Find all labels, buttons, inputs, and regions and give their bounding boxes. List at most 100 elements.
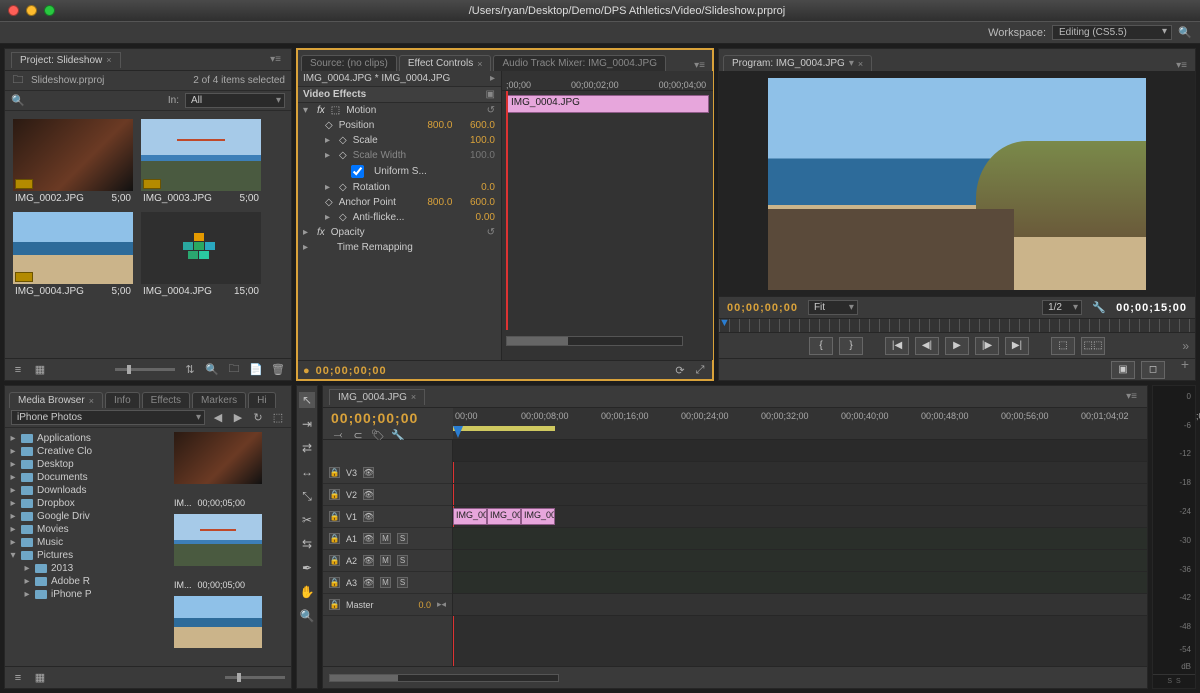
bin-item[interactable]: IMG_0002.JPG5;00 [13, 119, 133, 204]
opacity-row[interactable]: Opacity [331, 227, 481, 238]
project-tab[interactable]: Project: Slideshow× [11, 52, 121, 68]
more-buttons-icon[interactable]: » [1182, 339, 1189, 353]
timeline-clip[interactable]: IMG_000 [453, 508, 487, 525]
go-to-out-button[interactable]: ▶| [1005, 337, 1029, 355]
sequence-tab[interactable]: IMG_0004.JPG× [329, 389, 425, 405]
close-icon[interactable]: × [477, 59, 482, 69]
icon-view-icon[interactable]: ▦ [33, 363, 47, 377]
program-tab[interactable]: Program: IMG_0004.JPG▾× [723, 55, 872, 71]
panel-menu-icon[interactable]: ▾≡ [1172, 60, 1191, 71]
uniform-scale-checkbox[interactable] [351, 165, 364, 178]
search-icon[interactable]: 🔍 [205, 363, 219, 377]
play-button[interactable]: ▶ [945, 337, 969, 355]
rolling-edit-tool[interactable]: ↔ [299, 464, 315, 480]
panel-menu-icon[interactable]: ▾≡ [1122, 391, 1141, 402]
selection-tool[interactable]: ↖ [299, 392, 315, 408]
audio-track-header[interactable]: 🔒A2👁MS [323, 550, 452, 572]
folder-item[interactable]: ▸Dropbox [7, 497, 168, 510]
pen-tool[interactable]: ✒ [299, 560, 315, 576]
media-thumb[interactable] [174, 514, 262, 566]
new-bin-icon[interactable]: 🗀 [227, 363, 241, 377]
timeline-timecode[interactable]: 00;00;00;00 [331, 410, 445, 426]
step-fwd-button[interactable]: |▶ [975, 337, 999, 355]
media-thumb[interactable] [174, 596, 262, 648]
bin-icon[interactable]: 🗀 [11, 74, 25, 88]
search-icon[interactable]: 🔍 [11, 94, 25, 108]
ec-settings-icon[interactable]: ⤢ [693, 364, 707, 378]
reset-icon[interactable]: ↺ [487, 227, 495, 238]
mark-out-button[interactable]: } [839, 337, 863, 355]
razor-tool[interactable]: ✂ [299, 512, 315, 528]
video-track-header[interactable]: 🔒V3👁 [323, 462, 452, 484]
timeline-playhead[interactable] [453, 426, 463, 438]
folder-item[interactable]: ▸2013 [7, 562, 168, 575]
markers-tab[interactable]: Markers [192, 392, 246, 408]
list-view-icon[interactable]: ≡ [11, 363, 25, 377]
zoom-tool[interactable]: 🔍 [299, 608, 315, 624]
effect-controls-tab[interactable]: Effect Controls× [399, 55, 492, 71]
audio-track-header[interactable]: 🔒A3👁MS [323, 572, 452, 594]
video-track-header[interactable]: 🔒V1👁 [323, 506, 452, 528]
settings-wrench-icon[interactable]: 🔧 [1092, 301, 1106, 315]
mark-in-button[interactable]: { [809, 337, 833, 355]
timeline-ruler[interactable]: 00;00 00;00;08;00 00;00;16;00 00;00;24;0… [453, 408, 1147, 439]
position-x[interactable]: 800.0 [427, 120, 452, 131]
audio-mixer-tab[interactable]: Audio Track Mixer: IMG_0004.JPG [493, 55, 666, 71]
loop-icon[interactable]: ⟳ [673, 364, 687, 378]
folder-item[interactable]: ▸Documents [7, 471, 168, 484]
close-icon[interactable]: × [106, 55, 111, 65]
motion-row[interactable]: Motion [346, 105, 480, 116]
thumb-size-slider[interactable] [225, 676, 285, 679]
panel-menu-icon[interactable]: ▾≡ [690, 60, 709, 71]
source-tab[interactable]: Source: (no clips) [301, 55, 397, 71]
close-window-button[interactable] [8, 5, 19, 16]
go-to-in-button[interactable]: |◀ [885, 337, 909, 355]
media-thumb[interactable] [174, 432, 262, 484]
info-tab[interactable]: Info [105, 392, 140, 408]
keyframe-toggle[interactable]: ◇ [339, 135, 347, 146]
folder-item[interactable]: ▾Pictures [7, 549, 168, 562]
bin-item[interactable]: IMG_0003.JPG5;00 [141, 119, 261, 204]
program-time-ruler[interactable]: ▼ [719, 318, 1195, 332]
filter-dropdown[interactable]: All [185, 93, 285, 108]
lift-button[interactable]: ⬚ [1051, 337, 1075, 355]
history-tab[interactable]: Hi [248, 392, 275, 408]
anchor-x[interactable]: 800.0 [427, 197, 452, 208]
folder-item[interactable]: ▸Music [7, 536, 168, 549]
effects-tab[interactable]: Effects [142, 392, 190, 408]
bin-item-sequence[interactable]: IMG_0004.JPG15;00 [141, 212, 261, 297]
bin-item[interactable]: IMG_0004.JPG5;00 [13, 212, 133, 297]
export-frame-button[interactable]: ▣ [1111, 361, 1135, 379]
media-source-dropdown[interactable]: iPhone Photos [11, 410, 205, 425]
folder-item[interactable]: ▸Applications [7, 432, 168, 445]
extract-button[interactable]: ⬚⬚ [1081, 337, 1105, 355]
time-remapping-row[interactable]: Time Remapping [337, 242, 495, 253]
zoom-window-button[interactable] [44, 5, 55, 16]
icon-view-icon[interactable]: ▦ [33, 671, 47, 685]
refresh-icon[interactable]: ↻ [251, 411, 265, 425]
video-track-header[interactable]: 🔒V2👁 [323, 484, 452, 506]
anchor-y[interactable]: 600.0 [470, 197, 495, 208]
solo-right[interactable]: S [1176, 678, 1181, 685]
minimize-window-button[interactable] [26, 5, 37, 16]
folder-item[interactable]: ▸Movies [7, 523, 168, 536]
toggle-track-icon[interactable]: ▣ [486, 89, 495, 100]
folder-item[interactable]: ▸Google Driv [7, 510, 168, 523]
ripple-edit-tool[interactable]: ⇄ [299, 440, 315, 456]
thumb-size-slider[interactable] [115, 368, 175, 371]
timeline-tracks[interactable]: IMG_000 IMG_000 IMG_000 [453, 440, 1147, 666]
nav-back-icon[interactable]: ◀ [211, 411, 225, 425]
program-current-time[interactable]: 00;00;00;00 [727, 302, 798, 314]
timeline-clip[interactable]: IMG_000 [487, 508, 521, 525]
reset-icon[interactable]: ↺ [487, 105, 495, 116]
expand-toggle[interactable]: ▸ [325, 135, 333, 146]
folder-item[interactable]: ▸Desktop [7, 458, 168, 471]
track-select-tool[interactable]: ⇥ [299, 416, 315, 432]
timeline-clip[interactable]: IMG_000 [521, 508, 555, 525]
hand-tool[interactable]: ✋ [299, 584, 315, 600]
master-track-header[interactable]: 🔒Master0.0▸◂ [323, 594, 452, 616]
ec-clip-bar[interactable]: IMG_0004.JPG [506, 95, 709, 113]
keyframe-toggle[interactable]: ◇ [325, 120, 333, 131]
antiflicker-value[interactable]: 0.00 [476, 212, 495, 223]
folder-item[interactable]: ▸Downloads [7, 484, 168, 497]
